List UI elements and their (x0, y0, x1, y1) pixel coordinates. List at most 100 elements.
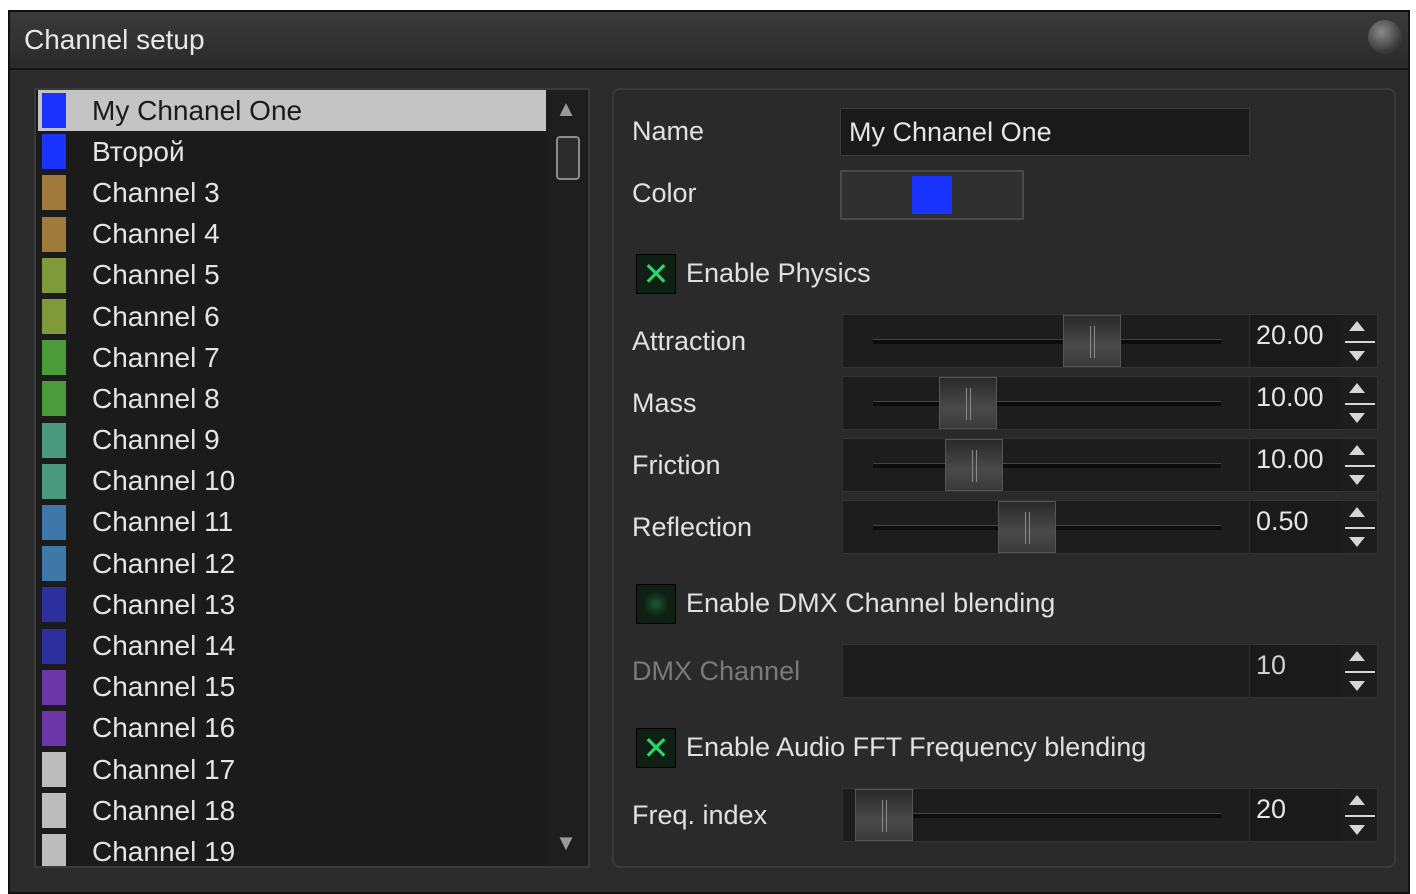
name-input[interactable] (840, 108, 1250, 156)
color-swatch (912, 176, 952, 214)
channel-list-item[interactable]: Channel 13 (38, 584, 546, 625)
list-scrollbar[interactable]: ▲ ▼ (546, 90, 586, 866)
checkmark-icon: ✕ (642, 256, 670, 292)
enable-audio-label: Enable Audio FFT Frequency blending (686, 732, 1147, 762)
channel-list-item[interactable]: Channel 4 (38, 214, 546, 255)
channel-list-item[interactable]: Channel 8 (38, 378, 546, 419)
channel-list[interactable]: My Chnanel One Второй Channel 3 Channel 4 Ch… (38, 90, 546, 866)
channel-color-swatch (42, 504, 66, 540)
color-label: Color (632, 178, 697, 208)
title-bar: Channel setup (10, 12, 1408, 70)
channel-label: Channel 16 (92, 712, 236, 744)
channel-label: Channel 4 (92, 218, 220, 250)
spin-down-icon[interactable] (1349, 537, 1365, 547)
dmx-channel-value[interactable]: 10 (1249, 645, 1341, 697)
channel-color-swatch (42, 216, 66, 252)
channel-color-swatch (42, 257, 66, 293)
channel-color-swatch (42, 752, 66, 788)
channel-list-item[interactable]: Channel 3 (38, 172, 546, 213)
spin-down-icon[interactable] (1349, 413, 1365, 423)
mass-track[interactable] (873, 401, 1221, 406)
channel-list-item[interactable]: Второй (38, 131, 546, 172)
color-picker-button[interactable] (840, 170, 1024, 220)
channel-color-swatch (42, 463, 66, 499)
freq-index-slider-row: 20 (842, 788, 1378, 842)
channel-list-item[interactable]: Channel 5 (38, 255, 546, 296)
attraction-track[interactable] (873, 339, 1221, 344)
close-icon[interactable] (1368, 20, 1402, 54)
reflection-handle[interactable] (997, 501, 1056, 553)
mass-label: Mass (632, 388, 697, 418)
channel-list-item[interactable]: Channel 16 (38, 708, 546, 749)
dmx-channel-label: DMX Channel (632, 656, 801, 686)
friction-spinner[interactable] (1345, 443, 1375, 489)
scroll-down-icon[interactable]: ▼ (554, 830, 578, 856)
scroll-thumb[interactable] (556, 136, 580, 180)
spin-up-icon[interactable] (1349, 445, 1365, 455)
channel-list-item[interactable]: Channel 19 (38, 831, 546, 866)
freq-index-handle[interactable] (855, 789, 913, 841)
channel-label: Второй (92, 135, 185, 167)
channel-list-item[interactable]: Channel 17 (38, 749, 546, 790)
channel-list-item[interactable]: Channel 15 (38, 667, 546, 708)
attraction-handle[interactable] (1062, 315, 1121, 367)
channel-properties-panel: Name Color ✕ Enable Physics Attraction 2… (612, 88, 1396, 868)
freq-index-track[interactable] (873, 813, 1221, 818)
attraction-spinner[interactable] (1345, 319, 1375, 365)
channel-setup-window: Channel setup My Chnanel One Второй Channe… (8, 10, 1410, 894)
spin-down-icon[interactable] (1349, 475, 1365, 485)
channel-list-item[interactable]: Channel 7 (38, 337, 546, 378)
enable-dmx-checkbox[interactable] (636, 584, 676, 624)
channel-label: Channel 13 (92, 588, 236, 620)
spin-down-icon[interactable] (1349, 351, 1365, 361)
spin-down-icon[interactable] (1349, 825, 1365, 835)
enable-physics-label: Enable Physics (686, 258, 871, 288)
channel-list-item[interactable]: Channel 10 (38, 461, 546, 502)
channel-list-item[interactable]: Channel 14 (38, 625, 546, 666)
channel-list-item[interactable]: Channel 12 (38, 543, 546, 584)
channel-color-swatch (42, 134, 66, 170)
dmx-channel-row: 10 (842, 644, 1378, 698)
channel-list-panel: My Chnanel One Второй Channel 3 Channel 4 Ch… (34, 88, 590, 868)
mass-spinner[interactable] (1345, 381, 1375, 427)
attraction-label: Attraction (632, 326, 747, 356)
channel-list-item[interactable]: My Chnanel One (38, 90, 546, 132)
channel-label: Channel 9 (92, 424, 220, 456)
reflection-slider-row: 0.50 (842, 500, 1378, 554)
channel-list-item[interactable]: Channel 6 (38, 296, 546, 337)
spin-up-icon[interactable] (1349, 383, 1365, 393)
channel-label: Channel 5 (92, 259, 220, 291)
reflection-label: Reflection (632, 512, 753, 542)
channel-list-item[interactable]: Channel 11 (38, 502, 546, 543)
spin-up-icon[interactable] (1349, 507, 1365, 517)
mass-handle[interactable] (938, 377, 997, 429)
reflection-value[interactable]: 0.50 (1249, 501, 1341, 553)
name-label: Name (632, 116, 705, 146)
spin-up-icon[interactable] (1349, 795, 1365, 805)
channel-list-item[interactable]: Channel 18 (38, 790, 546, 831)
dmx-channel-spinner[interactable] (1345, 649, 1375, 695)
reflection-spinner[interactable] (1345, 505, 1375, 551)
channel-list-item[interactable]: Channel 9 (38, 420, 546, 461)
mass-value[interactable]: 10.00 (1249, 377, 1341, 429)
channel-label: Channel 6 (92, 300, 220, 332)
attraction-value[interactable]: 20.00 (1249, 315, 1341, 367)
spin-up-icon[interactable] (1349, 651, 1365, 661)
scroll-up-icon[interactable]: ▲ (554, 96, 578, 122)
channel-label: Channel 17 (92, 753, 236, 785)
friction-value[interactable]: 10.00 (1249, 439, 1341, 491)
friction-track[interactable] (873, 463, 1221, 468)
enable-physics-checkbox[interactable]: ✕ (636, 254, 676, 294)
channel-color-swatch (42, 669, 66, 705)
spin-up-icon[interactable] (1349, 321, 1365, 331)
channel-color-swatch (42, 299, 66, 335)
enable-audio-checkbox[interactable]: ✕ (636, 728, 676, 768)
spin-down-icon[interactable] (1349, 681, 1365, 691)
channel-color-swatch (42, 546, 66, 582)
friction-handle[interactable] (944, 439, 1003, 491)
mass-slider-row: 10.00 (842, 376, 1378, 430)
freq-index-value[interactable]: 20 (1249, 789, 1341, 841)
channel-label: Channel 18 (92, 794, 236, 826)
channel-color-swatch (42, 340, 66, 376)
freq-index-spinner[interactable] (1345, 793, 1375, 839)
